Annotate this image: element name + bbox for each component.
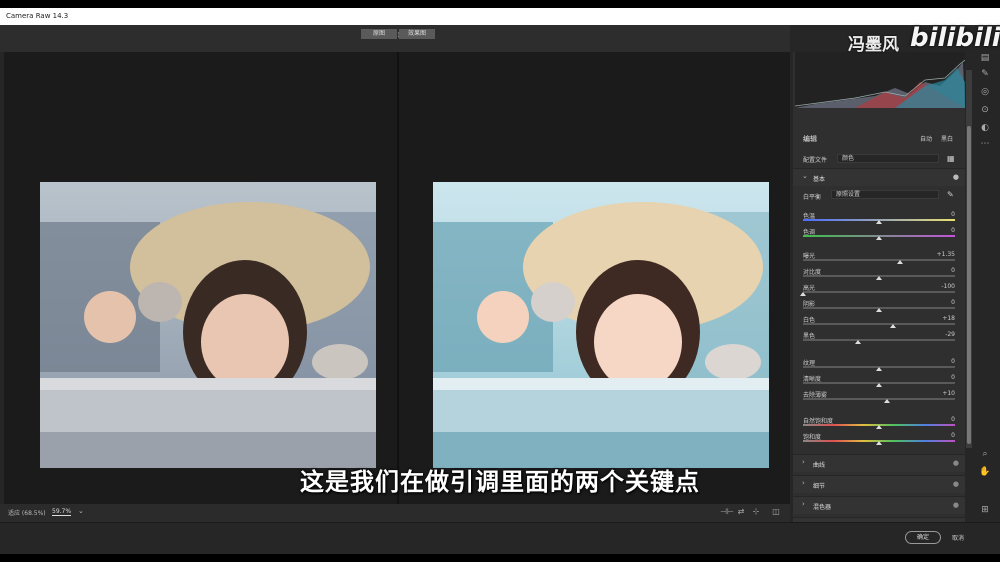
slider-track[interactable] xyxy=(803,323,955,325)
slider-value[interactable]: 0 xyxy=(935,432,955,439)
slider-thumb[interactable] xyxy=(876,220,882,224)
after-view-tab[interactable]: 效果图 xyxy=(399,29,435,39)
slider-thumb[interactable] xyxy=(876,276,882,280)
slider-value[interactable]: 0 xyxy=(935,358,955,365)
section-label: 混色器 xyxy=(813,504,832,511)
slider-value[interactable]: +1.35 xyxy=(935,251,955,258)
edit-title: 编辑 xyxy=(803,135,817,143)
slider-value[interactable]: 0 xyxy=(935,227,955,234)
copy-settings-icon[interactable]: ⊹ xyxy=(751,507,761,517)
chevron-down-icon: ⌄ xyxy=(802,172,808,180)
slider-thumb[interactable] xyxy=(883,399,890,403)
fit-zoom-option[interactable]: 适应 (68.5%) xyxy=(8,508,46,517)
view-bottom-bar: 适应 (68.5%) 59.7% ⌄ ⊣⊢ ⇄ ⊹ ◫ xyxy=(0,504,790,522)
slider-value[interactable]: +10 xyxy=(935,390,955,397)
window-title: Camera Raw 14.3 xyxy=(0,8,1000,25)
slider-thumb[interactable] xyxy=(889,324,896,328)
profile-select[interactable]: 颜色 xyxy=(837,154,939,163)
edit-panel: 编辑 自动 黑白 配置文件 颜色 ▦ ⌄ 基本 ● 白平衡 原照设置 ✎ 色温 0… xyxy=(793,52,966,535)
black-white-button[interactable]: 黑白 xyxy=(941,134,953,143)
slider-value[interactable]: 0 xyxy=(935,416,955,423)
profile-browser-icon[interactable]: ▦ xyxy=(947,154,955,163)
histogram xyxy=(794,52,966,108)
slider-track[interactable] xyxy=(803,259,955,261)
wb-select[interactable]: 原照设置 xyxy=(831,190,939,199)
eyedropper-icon[interactable]: ✎ xyxy=(947,190,954,199)
split-divider xyxy=(397,52,399,504)
slider-track[interactable] xyxy=(803,398,955,400)
slider-thumb[interactable] xyxy=(876,236,882,240)
slider-thumb[interactable] xyxy=(876,367,882,371)
swap-settings-icon[interactable]: ⇄ xyxy=(736,507,746,517)
zoom-level[interactable]: 59.7% xyxy=(52,508,72,516)
zoom-icon[interactable]: ⌕ xyxy=(978,448,992,460)
histogram-toggle-icon[interactable]: ▤ xyxy=(978,52,992,64)
slider-thumb[interactable] xyxy=(876,425,882,429)
slider-track[interactable] xyxy=(803,291,955,293)
compare-layout-icon[interactable]: ⊣⊢ xyxy=(720,507,734,517)
slider-thumb[interactable] xyxy=(800,292,806,296)
bilibili-logo: bilibili xyxy=(910,23,1000,53)
video-subtitle: 这是我们在做引调里面的两个关键点 xyxy=(300,468,700,496)
before-after-toggle-icon[interactable]: ◫ xyxy=(771,507,781,517)
before-view-tab[interactable]: 原图 xyxy=(361,29,397,39)
footer-bar: 确定 取消 xyxy=(0,522,1000,554)
edit-icon[interactable]: ✎ xyxy=(978,68,992,80)
grid-icon[interactable]: ⊞ xyxy=(978,504,992,516)
slider-value[interactable]: -29 xyxy=(935,331,955,338)
profile-label: 配置文件 xyxy=(803,157,828,164)
basic-section-header[interactable]: ⌄ 基本 ● xyxy=(793,168,965,186)
slider-value[interactable]: 0 xyxy=(935,211,955,218)
before-photo xyxy=(40,182,376,468)
slider-thumb[interactable] xyxy=(897,260,904,264)
slider-value[interactable]: 0 xyxy=(935,299,955,306)
ok-button[interactable]: 确定 xyxy=(905,531,941,544)
slider-thumb[interactable] xyxy=(876,441,882,445)
auto-button[interactable]: 自动 xyxy=(920,134,932,143)
heal-icon[interactable]: ◎ xyxy=(978,86,992,98)
cancel-button[interactable]: 取消 xyxy=(952,533,964,542)
slider-value[interactable]: 0 xyxy=(935,374,955,381)
wb-value: 原照设置 xyxy=(836,191,861,198)
eye-icon[interactable]: ● xyxy=(953,501,959,509)
slider-value[interactable]: 0 xyxy=(935,267,955,274)
basic-section-label: 基本 xyxy=(813,176,826,183)
mask-icon[interactable]: ⊙ xyxy=(978,104,992,116)
watermark-name: 冯墨风 xyxy=(848,35,899,55)
profile-value: 颜色 xyxy=(842,155,855,162)
image-canvas xyxy=(4,52,790,504)
slider-thumb[interactable] xyxy=(876,383,882,387)
redeye-icon[interactable]: ◐ xyxy=(978,122,992,134)
zoom-dropdown-icon[interactable]: ⌄ xyxy=(78,507,84,515)
slider-value[interactable]: -100 xyxy=(935,283,955,290)
more-icon[interactable]: ⋯ xyxy=(978,138,992,150)
wb-label: 白平衡 xyxy=(803,194,822,201)
chevron-right-icon: › xyxy=(802,500,805,508)
panel-scrollbar-thumb[interactable] xyxy=(967,126,971,444)
slider-thumb[interactable] xyxy=(876,308,882,312)
after-photo xyxy=(433,182,769,468)
slider-thumb[interactable] xyxy=(854,340,861,344)
eye-icon[interactable]: ● xyxy=(953,173,959,181)
slider-track[interactable] xyxy=(803,339,955,341)
slider-value[interactable]: +18 xyxy=(935,315,955,322)
section-mixer[interactable]: › 混色器 ● xyxy=(793,496,965,514)
